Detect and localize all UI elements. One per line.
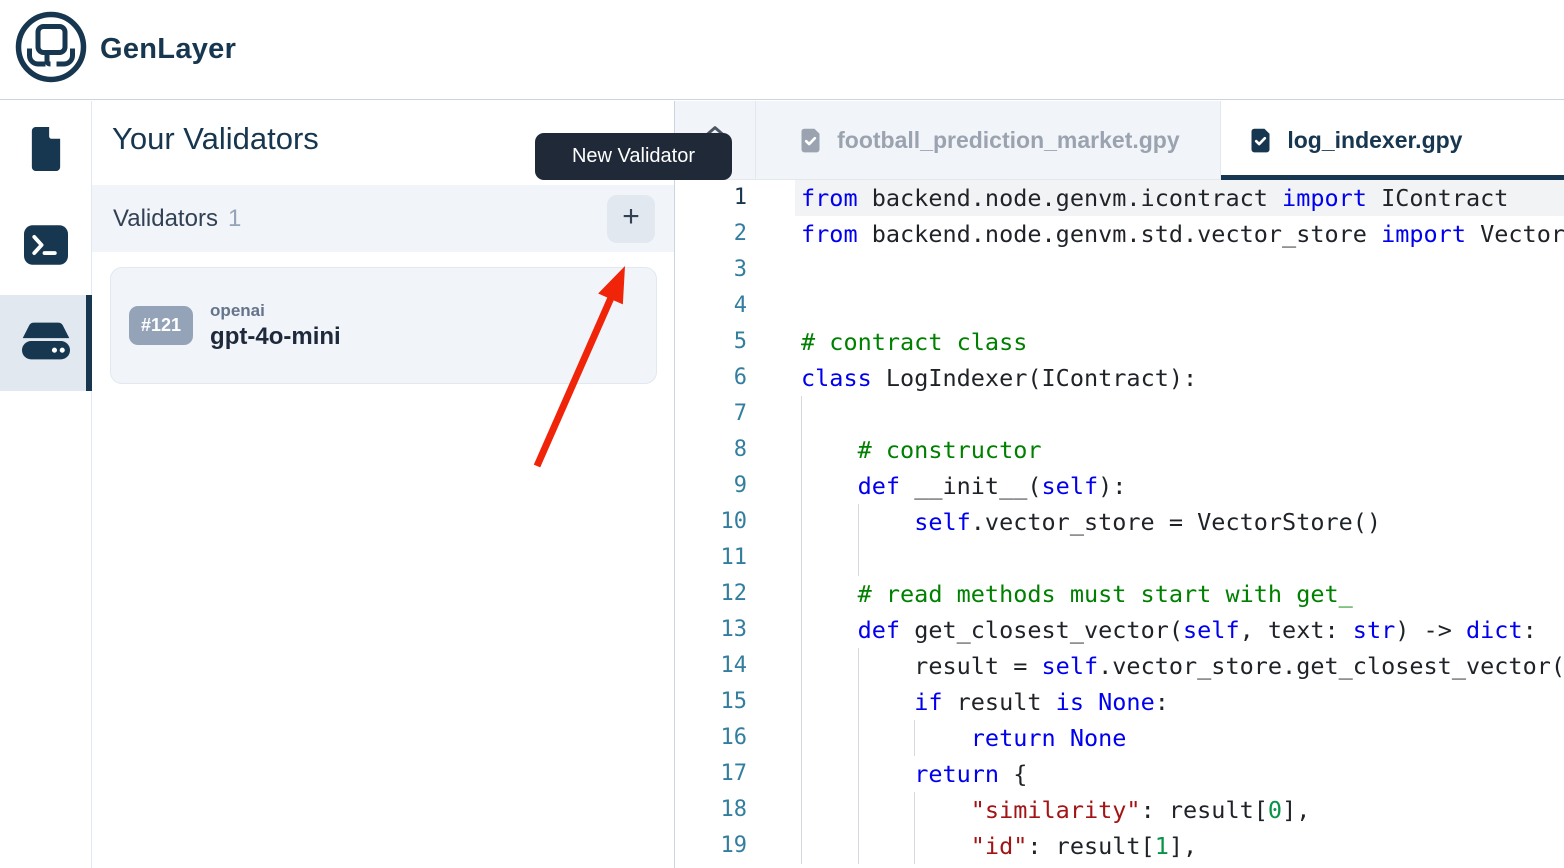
line-number: 9 <box>675 468 747 504</box>
code-line: self.vector_store = VectorStore() <box>801 504 1564 540</box>
line-number: 2 <box>675 216 747 252</box>
code-line: # read methods must start with get_ <box>801 576 1564 612</box>
code-line <box>801 252 1564 288</box>
editor-tabbar: football_prediction_market.gpy log_indexe… <box>675 101 1564 180</box>
line-number: 5 <box>675 324 747 360</box>
code-area[interactable]: 1 from backend.node.genvm.icontract impor… <box>675 180 1564 868</box>
line-number: 1 <box>675 180 747 216</box>
line-number: 17 <box>675 756 747 792</box>
tab-label: football_prediction_market.gpy <box>837 127 1180 154</box>
sidebar-item-contracts[interactable] <box>0 103 91 199</box>
code-line: return { <box>801 756 1564 792</box>
line-number: 8 <box>675 432 747 468</box>
editor-tab-1[interactable]: log_indexer.gpy <box>1221 101 1564 179</box>
line-number: 11 <box>675 540 747 576</box>
code-line: def __init__(self): <box>801 468 1564 504</box>
validator-model: gpt-4o-mini <box>210 323 341 351</box>
file-icon <box>26 127 66 176</box>
validators-subheader: Validators 1 + <box>92 185 674 252</box>
line-number: 7 <box>675 396 747 432</box>
code-line: class LogIndexer(IContract): <box>801 360 1564 396</box>
line-number: 13 <box>675 612 747 648</box>
line-number: 12 <box>675 576 747 612</box>
validator-provider: openai <box>210 301 341 321</box>
icon-rail <box>0 101 92 868</box>
code-line: if result is None: <box>801 684 1564 720</box>
sidebar-item-validators[interactable] <box>0 295 91 391</box>
line-number: 14 <box>675 648 747 684</box>
editor-tab-0[interactable]: football_prediction_market.gpy <box>756 101 1221 179</box>
file-check-icon <box>797 127 824 154</box>
code-line: return None <box>801 720 1564 756</box>
validator-id-badge: #121 <box>129 306 193 345</box>
line-number: 6 <box>675 360 747 396</box>
app-header: GenLayer <box>0 0 1564 100</box>
line-number: 3 <box>675 252 747 288</box>
code-line: "id": result[1], <box>801 828 1564 864</box>
code-line: result = self.vector_store.get_closest_v… <box>801 648 1564 684</box>
code-line: def get_closest_vector(self, text: str) … <box>801 612 1564 648</box>
sidebar-item-terminal[interactable] <box>0 199 91 295</box>
validators-count: 1 <box>228 205 241 233</box>
code-line: from backend.node.genvm.icontract import… <box>801 180 1564 216</box>
code-line: # constructor <box>801 432 1564 468</box>
code-line: from backend.node.genvm.std.vector_store… <box>801 216 1564 252</box>
code-line <box>801 396 1564 432</box>
validators-panel: Your Validators Validators 1 + #121 open… <box>92 101 675 868</box>
code-line <box>801 540 1564 576</box>
validators-section-label: Validators <box>113 205 218 233</box>
line-number: 10 <box>675 504 747 540</box>
line-number: 16 <box>675 720 747 756</box>
terminal-icon <box>24 225 68 270</box>
file-check-icon <box>1247 127 1274 154</box>
genlayer-logo-icon <box>14 10 88 89</box>
brand-title: GenLayer <box>100 33 236 66</box>
line-number: 15 <box>675 684 747 720</box>
line-number: 18 <box>675 792 747 828</box>
hard-drive-icon <box>22 321 70 366</box>
tab-label: log_indexer.gpy <box>1287 127 1462 154</box>
code-editor: football_prediction_market.gpy log_indexe… <box>675 101 1564 868</box>
code-line: "similarity": result[0], <box>801 792 1564 828</box>
validator-card[interactable]: #121 openai gpt-4o-mini <box>110 267 657 384</box>
line-number: 4 <box>675 288 747 324</box>
new-validator-button[interactable]: + <box>607 195 655 243</box>
line-number: 19 <box>675 828 747 864</box>
code-line: # contract class <box>801 324 1564 360</box>
new-validator-tooltip: New Validator <box>535 133 732 180</box>
code-line <box>801 288 1564 324</box>
